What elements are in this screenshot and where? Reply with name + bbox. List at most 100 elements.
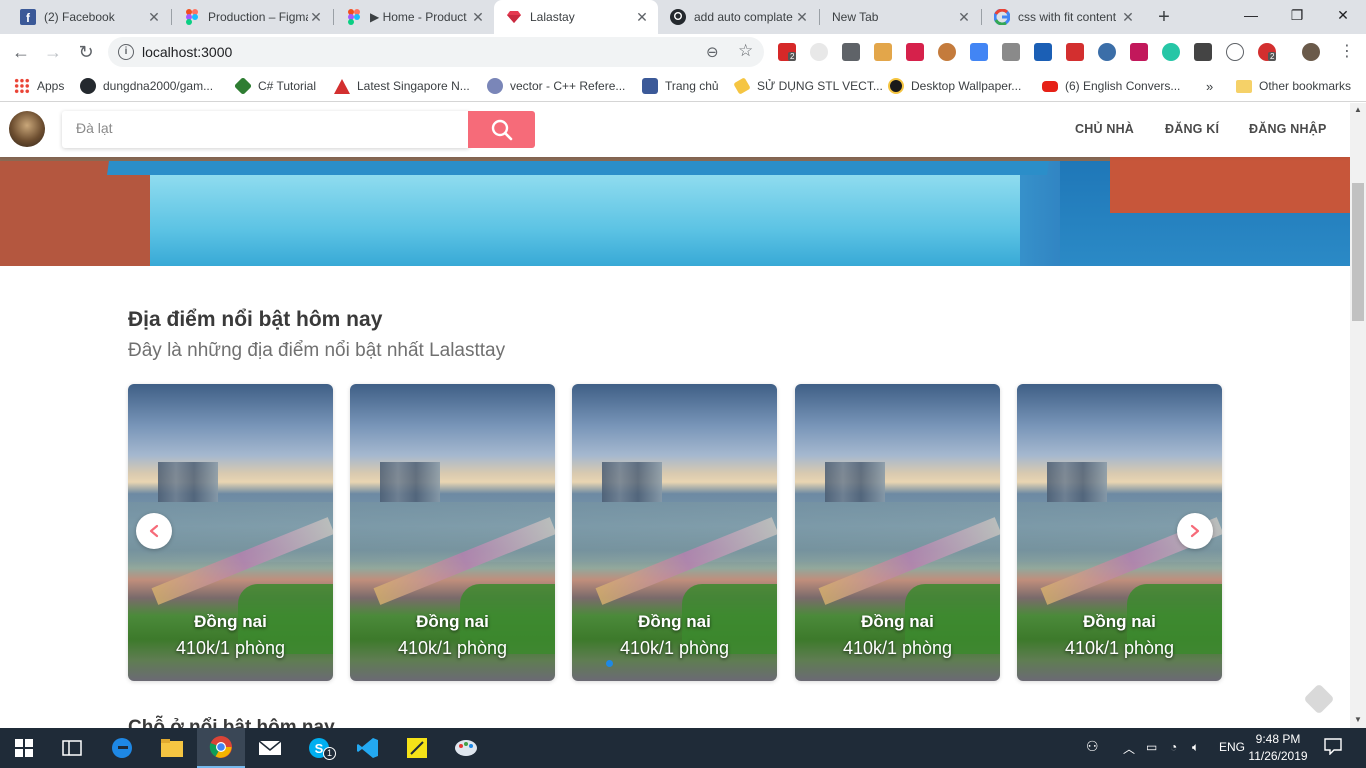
bookmark-apps[interactable]: Apps bbox=[14, 77, 64, 95]
menu-icon[interactable]: ⋮ bbox=[1334, 39, 1360, 65]
windows-icon bbox=[15, 739, 33, 757]
adblock-extension-icon[interactable]: 2 bbox=[778, 43, 797, 61]
close-icon[interactable]: ✕ bbox=[1120, 9, 1136, 25]
scrollbar-thumb[interactable] bbox=[1352, 183, 1364, 321]
cookie-extension-icon[interactable] bbox=[938, 43, 956, 61]
facebook-icon: f bbox=[20, 9, 36, 25]
carousel-dot[interactable] bbox=[606, 660, 613, 667]
system-clock[interactable]: 9:48 PM 11/26/2019 bbox=[1248, 731, 1308, 765]
translate-extension-icon[interactable] bbox=[970, 43, 988, 61]
back-button[interactable]: ← bbox=[8, 39, 34, 65]
search-button[interactable] bbox=[468, 111, 535, 148]
bookmark-item[interactable]: (6) English Convers... bbox=[1042, 77, 1180, 95]
nav-login[interactable]: ĐĂNG NHẬP bbox=[1249, 122, 1327, 136]
cors-extension-icon[interactable] bbox=[1066, 43, 1084, 61]
battery-icon[interactable]: ▭ bbox=[1146, 740, 1157, 754]
shield-extension-icon[interactable] bbox=[842, 43, 860, 61]
wifi-icon[interactable]: ◔ bbox=[1170, 740, 1177, 754]
bookmark-item[interactable]: Trang chủ bbox=[642, 77, 719, 95]
tab-facebook[interactable]: f (2) Facebook ✕ bbox=[8, 0, 170, 34]
eyedropper-extension-icon[interactable] bbox=[1002, 43, 1020, 61]
extension-icon[interactable] bbox=[1226, 43, 1244, 61]
skype-taskbar-icon[interactable]: S 1 bbox=[295, 728, 343, 768]
bookmark-item[interactable]: C# Tutorial bbox=[233, 76, 316, 96]
tab-lalastay[interactable]: Lalastay ✕ bbox=[494, 0, 658, 34]
close-icon[interactable]: ✕ bbox=[146, 9, 162, 25]
star-icon[interactable]: ☆ bbox=[738, 41, 753, 61]
extension-icon[interactable] bbox=[1162, 43, 1180, 61]
start-button[interactable] bbox=[0, 728, 48, 768]
tab-github[interactable]: add auto complate ✕ bbox=[658, 0, 818, 34]
search-input[interactable] bbox=[76, 120, 456, 136]
carousel-next-button[interactable] bbox=[1177, 513, 1213, 549]
zoom-icon[interactable]: ⊖ bbox=[706, 43, 719, 61]
tab-google[interactable]: css with fit content ✕ bbox=[982, 0, 1144, 34]
heart-gem-icon bbox=[506, 9, 522, 25]
logo-avatar[interactable] bbox=[9, 111, 45, 147]
sticky-note-icon bbox=[407, 738, 427, 758]
location-card[interactable]: Đồng nai 410k/1 phòng bbox=[350, 384, 555, 681]
other-bookmarks[interactable]: Other bookmarks bbox=[1236, 77, 1351, 95]
profile-avatar[interactable] bbox=[1302, 43, 1320, 61]
bookmarks-overflow-button[interactable]: » bbox=[1206, 77, 1213, 95]
new-tab-button[interactable]: + bbox=[1152, 6, 1176, 30]
minimize-button[interactable]: — bbox=[1228, 0, 1274, 30]
volume-icon[interactable]: 🔈︎ bbox=[1192, 740, 1199, 755]
bookmark-item[interactable]: vector - C++ Refere... bbox=[487, 77, 625, 95]
location-card[interactable]: Đồng nai 410k/1 phòng bbox=[795, 384, 1000, 681]
chrome-taskbar-icon[interactable] bbox=[197, 728, 245, 768]
reload-button[interactable]: ↻ bbox=[73, 39, 99, 65]
j-extension-icon[interactable] bbox=[1034, 43, 1052, 61]
close-icon[interactable]: ✕ bbox=[956, 9, 972, 25]
scroll-down-arrow[interactable]: ▼ bbox=[1350, 713, 1366, 727]
bookmark-item[interactable]: SỬ DỤNG STL VECT... bbox=[733, 77, 883, 95]
tab-new[interactable]: New Tab ✕ bbox=[820, 0, 980, 34]
forward-button[interactable]: → bbox=[40, 39, 66, 65]
extension-icon[interactable] bbox=[1098, 43, 1116, 61]
extension-icon[interactable] bbox=[1130, 43, 1148, 61]
face-extension-icon[interactable] bbox=[874, 43, 892, 61]
mail-taskbar-icon[interactable] bbox=[246, 728, 294, 768]
url-text[interactable]: localhost:3000 bbox=[142, 44, 232, 60]
vscode-taskbar-icon[interactable] bbox=[344, 728, 392, 768]
tab-figma-production[interactable]: Production – Figma ✕ bbox=[172, 0, 332, 34]
carousel-prev-button[interactable] bbox=[136, 513, 172, 549]
paint-taskbar-icon[interactable] bbox=[442, 728, 490, 768]
taskbar: S 1 ⚇ ︿ ▭ ◔ 🔈︎ ENG 9:48 PM 11/26/2019 bbox=[0, 728, 1366, 768]
info-icon[interactable]: i bbox=[118, 44, 134, 60]
file-explorer-taskbar-icon[interactable] bbox=[148, 728, 196, 768]
notifications-icon[interactable] bbox=[1324, 737, 1342, 758]
maximize-button[interactable]: ❐ bbox=[1274, 0, 1320, 30]
extension-icon[interactable]: 2 bbox=[1258, 43, 1277, 61]
figma-icon bbox=[346, 9, 362, 25]
bookmark-item[interactable]: Desktop Wallpaper... bbox=[888, 77, 1021, 95]
bookmark-item[interactable]: dungdna2000/gam... bbox=[80, 77, 213, 95]
play-extension-icon[interactable] bbox=[906, 43, 924, 61]
show-hidden-icons-chevron-up-icon[interactable]: ︿ bbox=[1123, 740, 1135, 757]
skype-badge: 1 bbox=[323, 747, 336, 760]
close-icon[interactable]: ✕ bbox=[794, 9, 810, 25]
close-icon[interactable]: ✕ bbox=[470, 9, 486, 25]
youtube-icon bbox=[1042, 80, 1058, 92]
nav-host[interactable]: CHỦ NHÀ bbox=[1075, 122, 1134, 136]
nav-register[interactable]: ĐĂNG KÍ bbox=[1165, 122, 1219, 136]
close-window-button[interactable]: ✕ bbox=[1320, 0, 1366, 30]
close-icon[interactable]: ✕ bbox=[308, 9, 324, 25]
scroll-up-arrow[interactable]: ▲ bbox=[1350, 103, 1366, 117]
tag-icon[interactable] bbox=[1303, 683, 1335, 715]
tab-title: Production – Figma bbox=[208, 10, 308, 24]
address-bar[interactable]: i localhost:3000 ⊖ ☆ bbox=[108, 37, 764, 67]
extension-icon[interactable] bbox=[810, 43, 828, 61]
close-icon[interactable]: ✕ bbox=[634, 9, 650, 25]
people-icon[interactable]: ⚇ bbox=[1086, 738, 1099, 755]
github-icon bbox=[670, 9, 686, 25]
task-view-button[interactable] bbox=[48, 728, 96, 768]
language-indicator[interactable]: ENG bbox=[1219, 740, 1245, 754]
sticky-notes-taskbar-icon[interactable] bbox=[393, 728, 441, 768]
bookmark-item[interactable]: Latest Singapore N... bbox=[334, 77, 470, 95]
google-icon bbox=[994, 9, 1010, 25]
tab-figma-home[interactable]: ▶ Home - Product ✕ bbox=[334, 0, 494, 34]
selenium-extension-icon[interactable] bbox=[1194, 43, 1212, 61]
edge-taskbar-icon[interactable] bbox=[98, 728, 146, 768]
location-card[interactable]: Đồng nai 410k/1 phòng bbox=[572, 384, 777, 681]
